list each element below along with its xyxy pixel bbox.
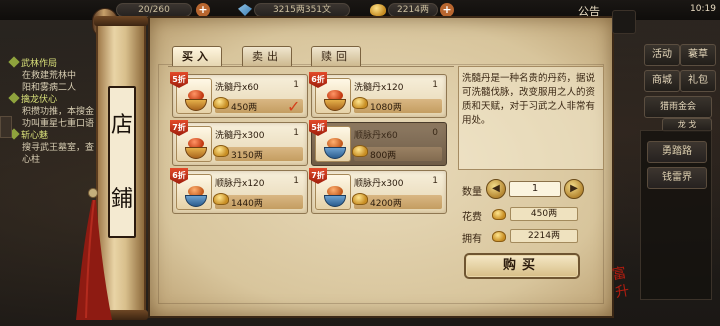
stamina-display: 20/260	[116, 3, 192, 17]
owned-label: 拥有	[462, 234, 482, 245]
owned-value: 2214两	[510, 229, 578, 243]
cost-label: 花费	[462, 212, 482, 223]
gold-coin-icon	[352, 97, 368, 109]
quest-item[interactable]: 武林作局 在救建荒林中 阳和雾病二人	[8, 56, 110, 94]
increase-quantity-button[interactable]: ▶	[564, 179, 584, 199]
tassel-knot	[88, 188, 98, 198]
item-count: 1	[293, 80, 299, 90]
quest-marker-icon	[8, 92, 20, 104]
silver-display: 3215两351文	[254, 3, 350, 17]
cost-value: 450两	[510, 207, 578, 221]
tab-buy[interactable]: 买入	[172, 46, 222, 66]
add-gold-button[interactable]: +	[440, 3, 454, 17]
bowl-icon	[185, 147, 207, 159]
gold-coin-icon	[352, 193, 368, 205]
item-count: 1	[432, 80, 438, 90]
item-count: 1	[293, 176, 299, 186]
gold-display: 2214两	[388, 3, 438, 17]
shop-item[interactable]: 6折 顺脉丹x120 1 1440两	[170, 168, 308, 214]
activity-button[interactable]: 活动	[644, 44, 680, 66]
item-name: 顺脉丹x300	[354, 179, 404, 189]
bowl-icon	[324, 99, 346, 111]
shop-item[interactable]: 7折 洗髓丹x300 1 3150两	[170, 120, 308, 166]
add-stamina-button[interactable]: +	[196, 3, 210, 17]
gold-coin-icon	[492, 209, 506, 220]
quest-item[interactable]: 擒龙伏心 积攒功推，本搜金 功叫重星七重口语	[8, 92, 110, 130]
shop-item[interactable]: 6折 洗髓丹x120 1 1080两	[309, 72, 447, 118]
herb-button[interactable]: 蓑草	[680, 44, 716, 66]
item-price: 3150两	[231, 151, 263, 161]
gold-coin-icon	[213, 97, 229, 109]
item-price: 450两	[231, 103, 258, 113]
left-side-tab[interactable]	[0, 116, 12, 138]
item-description: 洗髓丹是一种名贵的丹药，据说可洗髓伐脉，改变服用之人的资质和天赋，对于习武之人非…	[462, 73, 596, 126]
roller-cap-top	[94, 16, 148, 26]
item-name: 洗髓丹x60	[215, 83, 259, 93]
item-price: 1440两	[231, 199, 263, 209]
item-price: 1080两	[370, 103, 402, 113]
check-icon: ✓	[287, 97, 301, 116]
decrease-quantity-button[interactable]: ◀	[486, 179, 506, 199]
quantity-field[interactable]: 1	[509, 181, 561, 197]
silver-icon	[238, 4, 252, 16]
side-item-route[interactable]: 勇踏路	[647, 141, 707, 163]
shop-item[interactable]: 5折 顺脉丹x60 0 800两	[309, 120, 447, 166]
item-count: 0	[432, 128, 438, 138]
gold-coin-icon	[213, 193, 229, 205]
guild-button[interactable]: 猎雨金会	[644, 96, 712, 118]
quest-item[interactable]: 斩心魅 搜寻武王墓室，查 心柱	[8, 128, 110, 166]
item-name: 顺脉丹x120	[215, 179, 265, 189]
buy-button[interactable]: 购买	[464, 253, 580, 279]
quest-panel: 武林作局 在救建荒林中 阳和雾病二人 擒龙伏心 积攒功推，本搜金 功叫重星七重口…	[8, 46, 110, 176]
tab-sell[interactable]: 卖出	[242, 46, 292, 66]
bowl-icon	[324, 147, 346, 159]
tassel-decoration	[76, 200, 112, 320]
side-item-money[interactable]: 钱雷界	[647, 167, 707, 189]
item-price: 4200两	[370, 199, 402, 209]
item-name: 顺脉丹x60	[354, 131, 398, 141]
bowl-icon	[185, 99, 207, 111]
gold-coin-icon	[370, 4, 386, 16]
gold-coin-icon	[213, 145, 229, 157]
bowl-icon	[324, 195, 346, 207]
side-panel: 勇踏路 钱雷界	[640, 130, 712, 300]
gold-coin-icon	[352, 145, 368, 157]
clock: 10:19	[690, 4, 716, 14]
item-count: 1	[432, 176, 438, 186]
close-button[interactable]	[612, 10, 636, 34]
shop-button[interactable]: 商城	[644, 70, 680, 92]
gift-button[interactable]: 礼包	[680, 70, 716, 92]
shop-item[interactable]: 5折 洗髓丹x60 1 450两 ✓	[170, 72, 308, 118]
item-price: 800两	[370, 151, 397, 161]
item-name: 洗髓丹x120	[354, 83, 404, 93]
bowl-icon	[185, 195, 207, 207]
quantity-label: 数量	[462, 187, 482, 198]
quest-marker-icon	[8, 56, 20, 68]
item-name: 洗髓丹x300	[215, 131, 265, 141]
shop-item[interactable]: 7折 顺脉丹x300 1 4200两	[309, 168, 447, 214]
item-count: 1	[293, 128, 299, 138]
tab-redeem[interactable]: 赎回	[311, 46, 361, 66]
gold-coin-icon	[492, 231, 506, 242]
